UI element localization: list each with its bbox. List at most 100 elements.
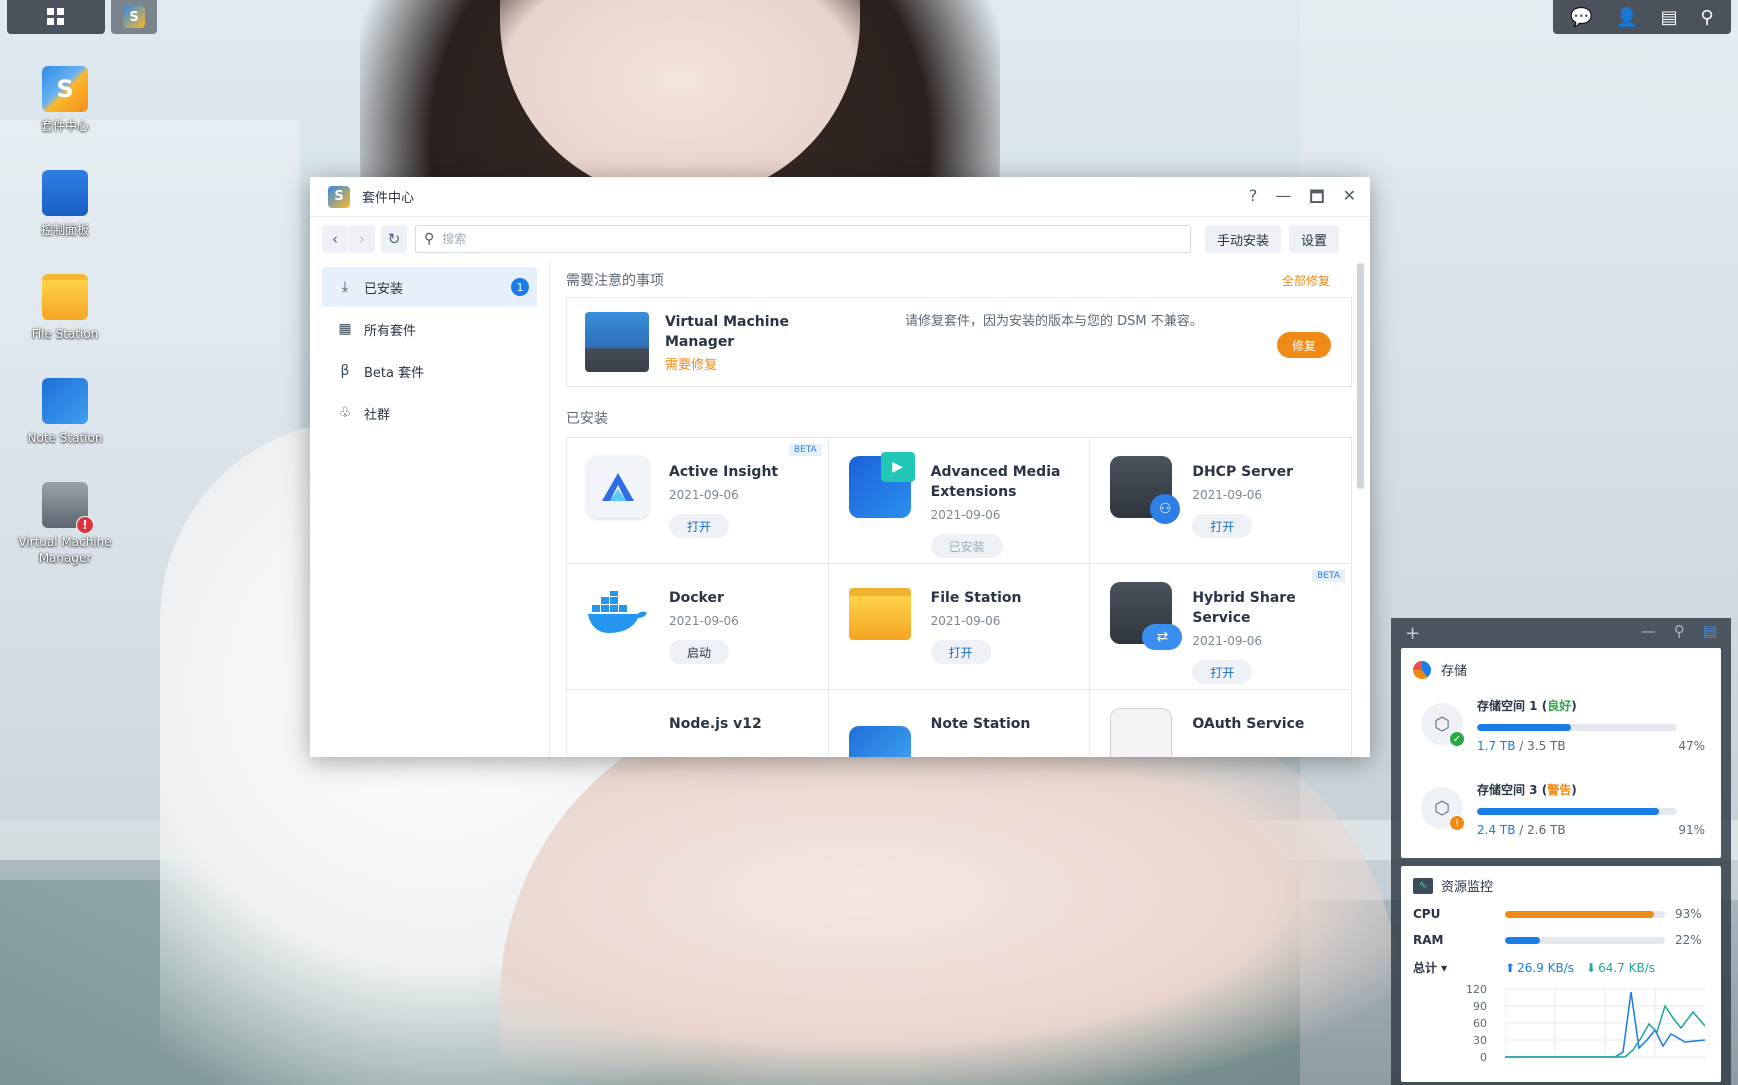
volume-used: 2.4 TB [1477, 823, 1516, 837]
main-panel: 需要注意的事项 全部修复 Virtual Machine Manager 需要修… [550, 261, 1370, 757]
repair-button[interactable]: 修复 [1277, 332, 1331, 358]
resource-monitor-widget: ∿ 资源监控 CPU 93% RAM 22% 总计 ▾ ⬆ 26.9 KB/s ⬇… [1401, 866, 1721, 1082]
open-button[interactable]: 打开 [1192, 514, 1253, 538]
package-center-icon: S [328, 185, 350, 208]
volume-row[interactable]: ⬡ ! 存储空间 3 (警告) 2.4 TB / 2.6 TB 91% [1413, 763, 1709, 847]
desktop-icon-file-station[interactable]: File Station [5, 274, 125, 342]
volume-usage-fill [1477, 808, 1659, 815]
package-card[interactable]: Docker 2021-09-06 启动 [567, 564, 829, 690]
refresh-icon: ↻ [387, 230, 401, 248]
window-titlebar[interactable]: S 套件中心 ? — 🗖 ✕ [310, 177, 1370, 217]
open-button[interactable]: 打开 [1192, 660, 1253, 684]
nodejs-icon [587, 708, 649, 757]
volume-status: 警告 [1547, 783, 1572, 797]
fix-all-link[interactable]: 全部修复 [1282, 272, 1330, 289]
storage-icon [1413, 660, 1431, 679]
desktop-icon-package-center[interactable]: S 套件中心 [5, 66, 125, 134]
back-button[interactable]: ‹ [322, 225, 348, 253]
volume-usage-fill [1477, 724, 1571, 731]
window-title: 套件中心 [362, 191, 415, 206]
chevron-left-icon: ‹ [332, 230, 338, 248]
package-card[interactable]: ▶ Advanced Media Extensions 2021-09-06 已… [828, 438, 1091, 564]
docker-whale-icon [587, 582, 649, 644]
package-card[interactable]: Active Insight 2021-09-06 打开 BETA [567, 438, 829, 564]
volume-icon: ⬡ ✓ [1421, 703, 1465, 747]
package-card[interactable]: File Station 2021-09-06 打开 [828, 564, 1091, 690]
search-icon: ⚲ [424, 231, 435, 247]
chart-tick: 90 [1473, 1000, 1487, 1013]
taskbar-left: S [7, 0, 157, 34]
upload-speed: 26.9 KB/s [1517, 960, 1574, 975]
volume-total: 3.5 TB [1527, 739, 1566, 753]
main-menu-button[interactable] [7, 0, 105, 34]
package-card[interactable]: OAuth Service [1090, 690, 1352, 757]
pin-icon[interactable]: ⚲ [1674, 622, 1685, 640]
storage-widget: 存储 ⬡ ✓ 存储空间 1 (良好) 1.7 TB / 3.5 TB 47% ⬡ … [1401, 648, 1721, 858]
widgets-icon[interactable]: ▤ [1661, 7, 1678, 28]
manual-install-button[interactable]: 手动安装 [1205, 225, 1282, 253]
network-selector[interactable]: 总计 ▾ [1413, 959, 1505, 976]
help-icon[interactable]: ? [1249, 186, 1258, 213]
count-badge: 1 [511, 278, 529, 296]
package-card[interactable]: Note Station [829, 690, 1091, 757]
start-button[interactable]: 启动 [669, 640, 730, 664]
sidebar-item-community[interactable]: ♧ 社群 [322, 393, 537, 433]
volume-used: 1.7 TB [1477, 739, 1516, 753]
package-name: Virtual Machine Manager [665, 313, 789, 350]
add-widget-icon[interactable]: + [1405, 623, 1420, 644]
attention-heading: 需要注意的事项 [566, 273, 664, 289]
open-button[interactable]: 打开 [669, 514, 730, 538]
sidebar-item-beta[interactable]: β Beta 套件 [322, 351, 537, 391]
desktop-icon-virtual-machine-manager[interactable]: ! Virtual Machine Manager [5, 482, 125, 566]
volume-name: 存储空间 1 [1477, 699, 1538, 713]
volume-total: 2.6 TB [1527, 823, 1566, 837]
minimize-icon[interactable]: — [1641, 622, 1656, 640]
search-box[interactable]: ⚲ [415, 225, 1191, 253]
sidebar-item-installed[interactable]: ⤓ 已安装 1 [322, 267, 537, 307]
ram-percent: 22% [1675, 933, 1702, 947]
forward-button[interactable]: › [349, 225, 375, 253]
grid-icon: ▦ [338, 321, 352, 337]
package-status: 需要修复 [665, 357, 718, 373]
desktop-icon-control-panel[interactable]: 控制面板 [5, 170, 125, 238]
active-insight-icon [587, 456, 649, 518]
desktop-icon-note-station[interactable]: Note Station [5, 378, 125, 446]
package-date: 2021-09-06 [1192, 634, 1263, 648]
grid-icon [47, 8, 64, 25]
cpu-usage-fill [1505, 910, 1654, 918]
community-icon: ♧ [338, 405, 352, 421]
package-card[interactable]: ⇄ Hybrid Share Service 2021-09-06 打开 BET… [1090, 564, 1352, 690]
installed-heading: 已安装 [566, 411, 608, 427]
volume-row[interactable]: ⬡ ✓ 存储空间 1 (良好) 1.7 TB / 3.5 TB 47% [1413, 679, 1709, 763]
installed-button[interactable]: 已安装 [930, 534, 1003, 558]
panel-toggle-icon[interactable]: ▤ [1703, 622, 1717, 640]
virtual-machine-icon [585, 312, 649, 372]
chat-icon[interactable]: 💬 [1570, 7, 1592, 28]
beta-icon: β [340, 363, 350, 379]
chart-tick: 120 [1466, 983, 1487, 996]
minimize-icon[interactable]: — [1275, 186, 1291, 213]
close-icon[interactable]: ✕ [1343, 186, 1356, 213]
attention-message: 请修复套件，因为安装的版本与您的 DSM 不兼容。 [905, 314, 1203, 329]
chevron-right-icon: › [359, 230, 365, 248]
package-card[interactable]: ⚇ DHCP Server 2021-09-06 打开 [1090, 438, 1352, 564]
refresh-button[interactable]: ↻ [381, 225, 407, 253]
volume-usage-bar [1477, 808, 1677, 815]
package-name: Docker [669, 590, 724, 606]
settings-button[interactable]: 设置 [1289, 225, 1340, 253]
hybrid-share-icon: ⇄ [1110, 582, 1183, 650]
scrollbar[interactable] [1357, 263, 1364, 489]
search-icon[interactable]: ⚲ [1700, 7, 1713, 28]
server-icon: ! [42, 482, 94, 534]
chart-tick: 0 [1480, 1051, 1487, 1064]
taskbar-right: 💬 👤 ▤ ⚲ [1553, 0, 1731, 34]
maximize-icon[interactable]: 🗖 [1309, 186, 1324, 213]
taskbar-package-center-button[interactable]: S [111, 0, 157, 34]
sidebar-item-all-packages[interactable]: ▦ 所有套件 [322, 309, 537, 349]
volume-name: 存储空间 3 [1477, 783, 1538, 797]
search-input[interactable] [442, 232, 1143, 246]
open-button[interactable]: 打开 [930, 640, 991, 664]
user-icon[interactable]: 👤 [1616, 7, 1638, 28]
package-date: 2021-09-06 [930, 614, 1001, 628]
package-card[interactable]: Node.js v12 [567, 690, 829, 757]
